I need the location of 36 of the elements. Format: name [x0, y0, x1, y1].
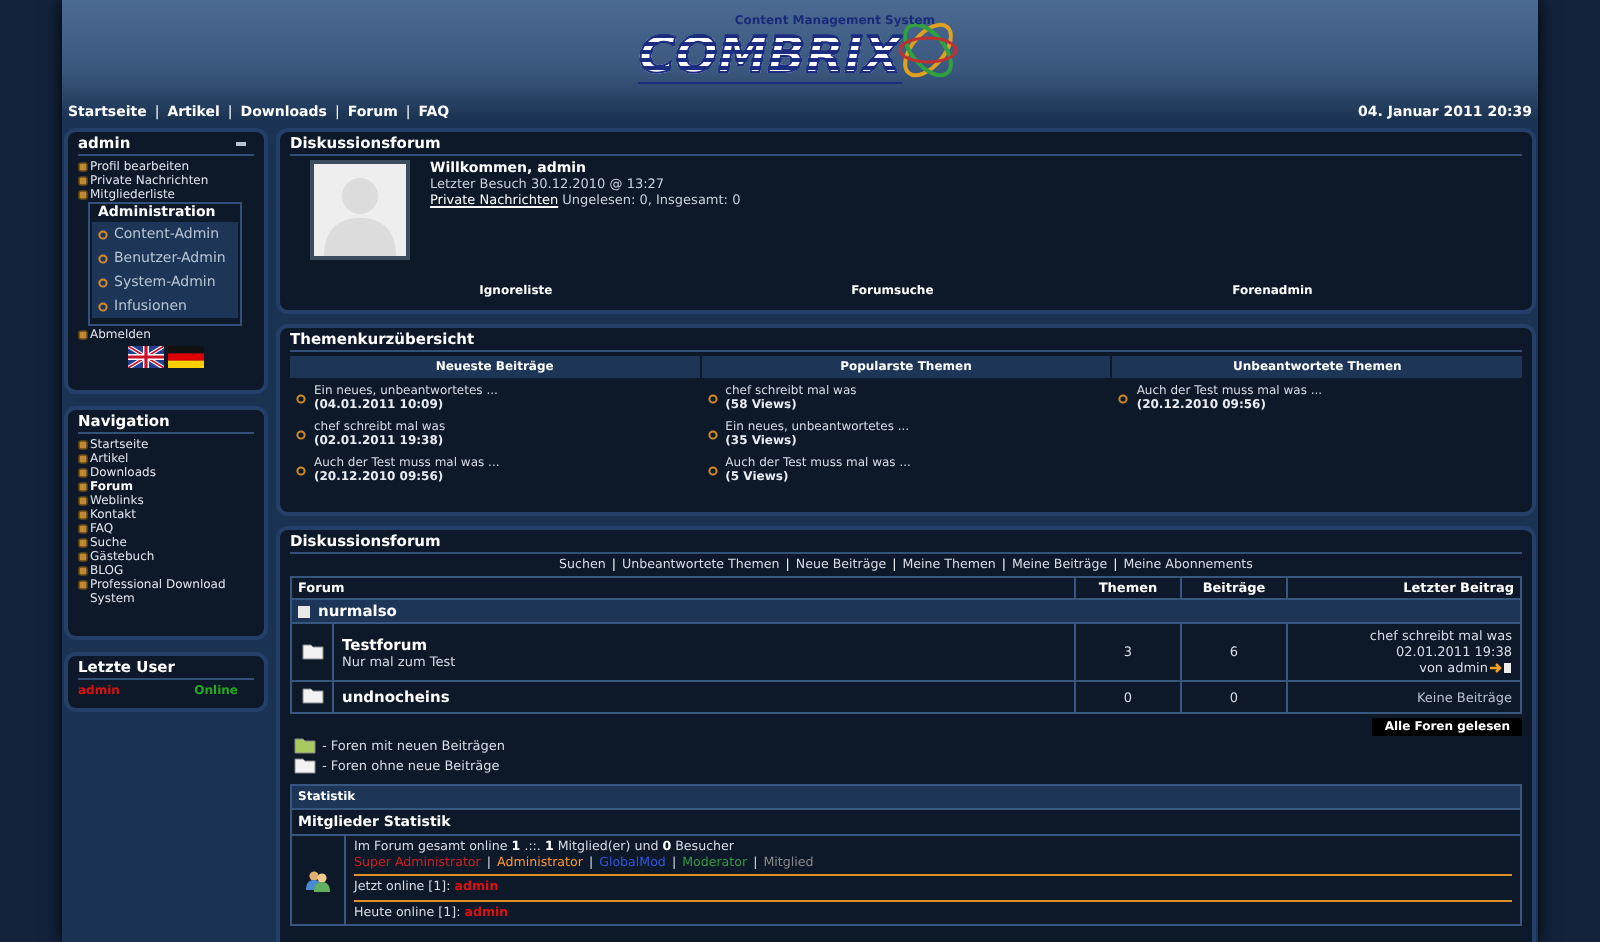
- bullet-icon: [1118, 393, 1129, 403]
- bullet-icon: [78, 538, 88, 548]
- bullet-icon: [78, 524, 88, 534]
- bullet-icon: [78, 468, 88, 478]
- bullet-icon: [98, 229, 108, 239]
- bullet-icon: [78, 330, 88, 340]
- bullet-icon: [98, 301, 108, 311]
- square-icon: [298, 605, 310, 617]
- bullet-icon: [296, 465, 306, 475]
- bullet-icon: [78, 162, 88, 172]
- bullet-icon: [78, 552, 88, 562]
- bullet-icon: [707, 429, 718, 439]
- bullet-icon: [78, 482, 88, 492]
- bullet-icon: [78, 190, 88, 200]
- folder-icon: [301, 686, 323, 704]
- folder-icon: [294, 756, 316, 774]
- bullet-icon: [296, 429, 306, 439]
- logo-text: COMBRIX: [638, 29, 902, 83]
- bullet-icon: [707, 393, 718, 403]
- bullet-icon: [78, 496, 88, 506]
- bullet-icon: [78, 566, 88, 576]
- bullet-icon: [98, 277, 108, 287]
- users-icon: [306, 869, 330, 891]
- go-to-post-icon: [1490, 662, 1512, 674]
- bullet-icon: [707, 465, 718, 475]
- uk-flag-icon: [128, 346, 164, 368]
- bullet-icon: [98, 253, 108, 263]
- bullet-icon: [78, 510, 88, 520]
- german-flag-icon: [168, 346, 204, 368]
- bullet-icon: [296, 393, 306, 403]
- folder-icon: [301, 641, 323, 659]
- bullet-icon: [78, 440, 88, 450]
- bullet-icon: [78, 580, 88, 590]
- bullet-icon: [78, 176, 88, 186]
- folder-icon: [294, 736, 316, 754]
- bullet-icon: [78, 454, 88, 464]
